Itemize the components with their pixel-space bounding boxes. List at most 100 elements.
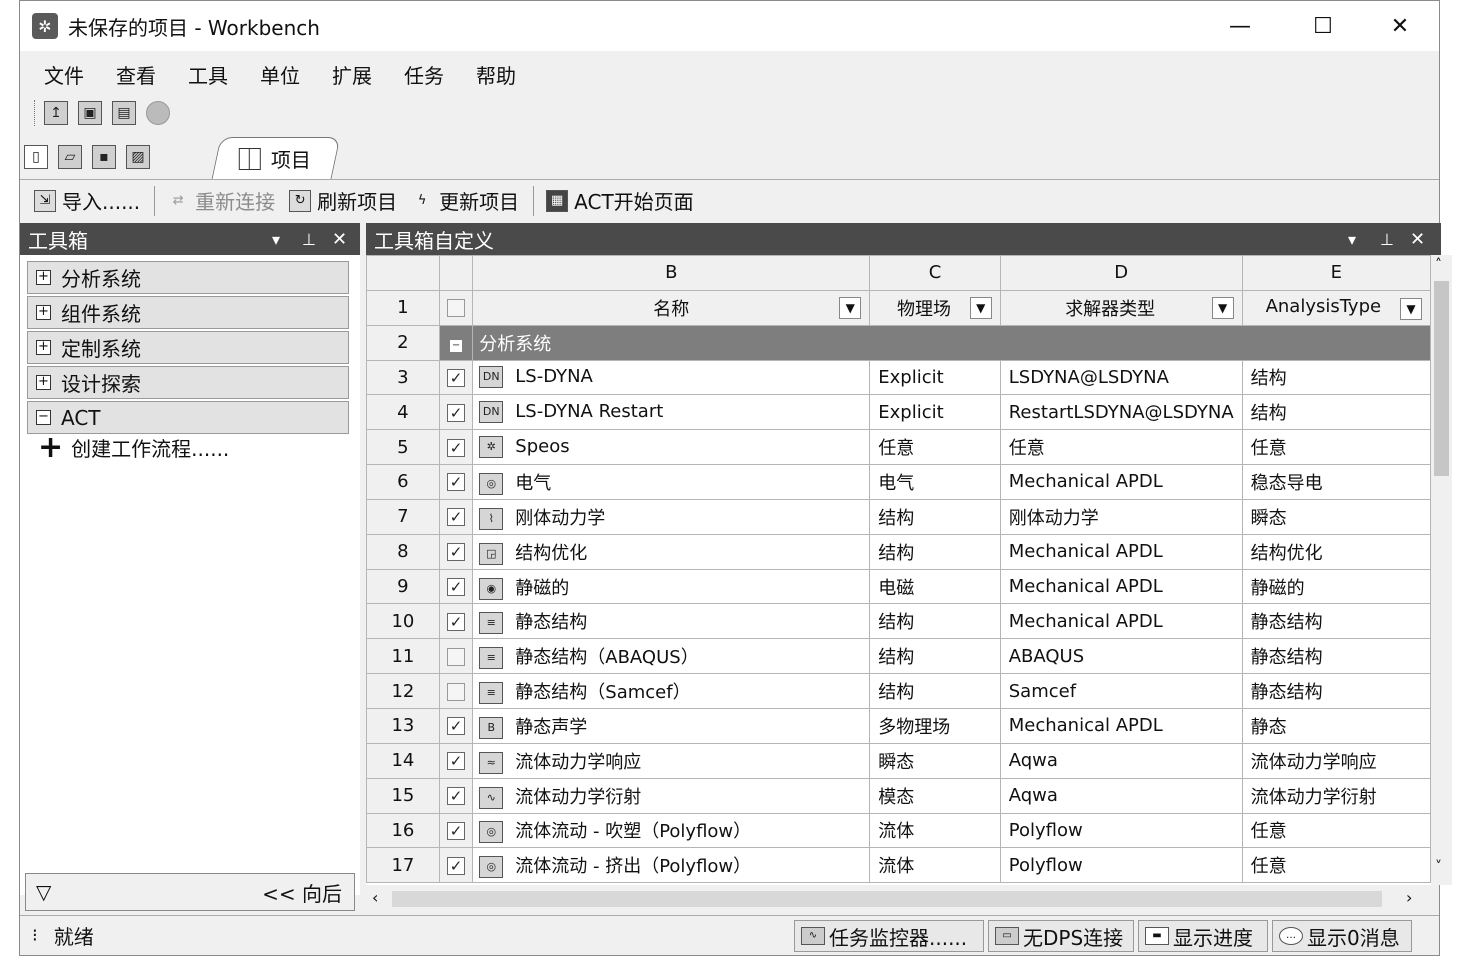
row-checkbox[interactable]: ✓ xyxy=(447,856,466,875)
open-folder-icon[interactable]: ▱ xyxy=(58,145,82,169)
table-row[interactable]: 13 ✓ B 静态声学 多物理场 Mechanical APDL 静态 xyxy=(366,707,1431,744)
horizontal-scrollbar[interactable]: ‹ › xyxy=(366,885,1431,913)
reconnect-label: 重新连接 xyxy=(195,190,276,214)
table-row[interactable]: 4 ✓ DN LS-DYNA Restart Explicit RestartLSDYNA… xyxy=(366,394,1431,431)
table-row[interactable]: 9 ✓ ◉ 静磁的 电磁 Mechanical APDL 静磁的 xyxy=(366,568,1431,605)
row-checkbox[interactable]: ✓ xyxy=(447,821,466,840)
menu-file[interactable]: 文件 xyxy=(44,60,84,89)
table-row[interactable]: 5 ✓ ✲ Speos 任意 任意 任意 xyxy=(366,429,1431,466)
table-row[interactable]: 10 ✓ ≡ 静态结构 结构 Mechanical APDL 静态结构 xyxy=(366,603,1431,640)
update-project-button[interactable]: ϟ 更新项目 xyxy=(411,186,519,215)
system-name: 电气 xyxy=(515,472,552,494)
refresh-project-button[interactable]: ↻ 刷新项目 xyxy=(289,186,397,215)
filter-dropdown-icon[interactable]: ▼ xyxy=(969,296,992,319)
row-checkbox[interactable] xyxy=(447,682,466,701)
pin-icon[interactable]: ⊥ xyxy=(302,223,316,255)
table-row[interactable]: 6 ✓ ◎ 电气 电气 Mechanical APDL 稳态导电 xyxy=(366,464,1431,500)
save-icon[interactable]: ▪ xyxy=(92,145,116,169)
pin-icon[interactable]: ⊥ xyxy=(1380,223,1394,255)
expand-icon[interactable]: + xyxy=(36,305,51,320)
row-checkbox[interactable]: ✓ xyxy=(447,752,466,771)
row-checkbox[interactable]: ✓ xyxy=(447,578,466,597)
table-row[interactable]: 16 ✓ ◎ 流体流动 - 吹塑（Polyflow） 流体 Polyflow 任意 xyxy=(366,812,1431,849)
table-row[interactable]: 15 ✓ ∿ 流体动力学衍射 模态 Aqwa 流体动力学衍射 xyxy=(366,777,1431,814)
save-archive-icon[interactable]: ▣ xyxy=(78,101,102,125)
act-start-page-button[interactable]: ▦ ACT开始页面 xyxy=(546,186,694,215)
job-monitor-button[interactable]: ∿ 任务监控器...... xyxy=(794,920,984,952)
show-messages-button[interactable]: … 显示0消息 xyxy=(1272,920,1412,952)
web-icon[interactable] xyxy=(146,101,170,125)
expand-icon[interactable]: + xyxy=(36,270,51,285)
tab-project[interactable]: 项目 xyxy=(211,137,341,179)
row-checkbox[interactable]: ✓ xyxy=(447,368,466,387)
filter-dropdown-icon[interactable]: ▼ xyxy=(839,296,862,319)
toolbox-group-design-exploration[interactable]: + 设计探索 xyxy=(27,366,349,399)
row-checkbox[interactable]: ✓ xyxy=(447,612,466,631)
import-archive-icon[interactable]: ↥ xyxy=(44,101,68,125)
menu-tools[interactable]: 工具 xyxy=(188,60,228,89)
vertical-scroll-thumb[interactable] xyxy=(1434,281,1449,476)
close-icon[interactable]: ✕ xyxy=(332,223,347,255)
hydrodynamic-response-icon: ≈ xyxy=(479,751,504,774)
filter-dropdown-icon[interactable]: ▼ xyxy=(1211,296,1234,319)
row-checkbox[interactable]: ✓ xyxy=(447,403,466,422)
toolbox-group-custom-systems[interactable]: + 定制系统 xyxy=(27,331,349,364)
minimize-button[interactable]: — xyxy=(1205,1,1275,51)
chevron-down-icon[interactable]: ▾ xyxy=(272,223,280,255)
table-row[interactable]: 12 ≡ 静态结构（Samcef） 结构 Samcef 静态结构 xyxy=(366,673,1431,709)
close-icon[interactable]: ✕ xyxy=(1410,223,1425,255)
row-checkbox[interactable]: ✓ xyxy=(447,787,466,806)
column-letter-row: B C D E xyxy=(366,255,1431,291)
toolbox-group-analysis-systems[interactable]: + 分析系统 xyxy=(27,261,349,294)
collapse-icon[interactable]: − xyxy=(450,340,463,353)
row-checkbox[interactable]: ✓ xyxy=(447,508,466,527)
new-file-icon[interactable]: ▯ xyxy=(24,145,48,169)
save-as-icon[interactable]: ▨ xyxy=(126,145,150,169)
menu-help[interactable]: 帮助 xyxy=(476,60,516,89)
filter-icon[interactable]: ▽ xyxy=(36,880,51,904)
back-button[interactable]: << 向后 xyxy=(262,878,342,907)
menu-jobs[interactable]: 任务 xyxy=(404,60,444,89)
title-bar: ✲ 未保存的项目 - Workbench — ☐ ✕ xyxy=(20,1,1439,51)
expand-icon[interactable]: + xyxy=(36,375,51,390)
row-checkbox[interactable]: ✓ xyxy=(447,473,466,492)
scroll-right-icon[interactable]: › xyxy=(1406,888,1412,907)
show-progress-button[interactable]: ▬ 显示进度 xyxy=(1138,920,1268,952)
cell-name: ◉ 静磁的 xyxy=(472,568,871,605)
horizontal-scroll-thumb[interactable] xyxy=(392,891,1382,907)
dps-connection-button[interactable]: ▭ 无DPS连接 xyxy=(988,920,1134,952)
scroll-up-icon[interactable]: ˄ xyxy=(1435,257,1442,273)
create-workflow-item[interactable]: + 创建工作流程...... xyxy=(38,432,229,462)
maximize-button[interactable]: ☐ xyxy=(1288,1,1358,51)
table-row[interactable]: 7 ✓ ⌇ 刚体动力学 结构 刚体动力学 瞬态 xyxy=(366,498,1431,535)
filter-dropdown-icon[interactable]: ▼ xyxy=(1400,297,1422,320)
vertical-scrollbar[interactable]: ˄ ˅ xyxy=(1431,255,1452,885)
select-all-checkbox[interactable] xyxy=(447,299,466,318)
import-button[interactable]: ⇲ 导入...... xyxy=(34,186,140,215)
toolbox-footer: ▽ << 向后 xyxy=(25,873,355,911)
row-checkbox[interactable]: ✓ xyxy=(447,717,466,736)
menu-extensions[interactable]: 扩展 xyxy=(332,60,372,89)
row-checkbox[interactable] xyxy=(447,647,466,666)
chevron-down-icon[interactable]: ▾ xyxy=(1348,223,1356,255)
table-row[interactable]: 3 ✓ DN LS-DYNA Explicit LSDYNA@LSDYNA 结构 xyxy=(366,359,1431,396)
table-row[interactable]: 8 ✓ ◲ 结构优化 结构 Mechanical APDL 结构优化 xyxy=(366,533,1431,570)
close-button[interactable]: ✕ xyxy=(1365,1,1435,51)
menu-units[interactable]: 单位 xyxy=(260,60,300,89)
collapse-icon[interactable]: − xyxy=(36,410,51,425)
scroll-down-icon[interactable]: ˅ xyxy=(1435,859,1442,875)
expand-icon[interactable]: + xyxy=(36,340,51,355)
reconnect-button[interactable]: ⇄ 重新连接 xyxy=(167,186,275,215)
table-row[interactable]: 17 ✓ ◎ 流体流动 - 挤出（Polyflow） 流体 Polyflow 任意 xyxy=(366,847,1431,884)
menu-view[interactable]: 查看 xyxy=(116,60,156,89)
cell-analysis: 结构优化 xyxy=(1241,533,1431,570)
group-label: 分析系统 xyxy=(61,267,141,291)
scroll-left-icon[interactable]: ‹ xyxy=(372,888,378,907)
row-checkbox[interactable]: ✓ xyxy=(447,438,466,457)
toolbox-group-act[interactable]: − ACT xyxy=(27,401,349,434)
table-row[interactable]: 14 ✓ ≈ 流体动力学响应 瞬态 Aqwa 流体动力学响应 xyxy=(366,742,1431,779)
table-row[interactable]: 11 ≡ 静态结构（ABAQUS） 结构 ABAQUS 静态结构 xyxy=(366,638,1431,675)
save-as-archive-icon[interactable]: ▤ xyxy=(112,101,136,125)
row-checkbox[interactable]: ✓ xyxy=(447,543,466,562)
toolbox-group-component-systems[interactable]: + 组件系统 xyxy=(27,296,349,329)
